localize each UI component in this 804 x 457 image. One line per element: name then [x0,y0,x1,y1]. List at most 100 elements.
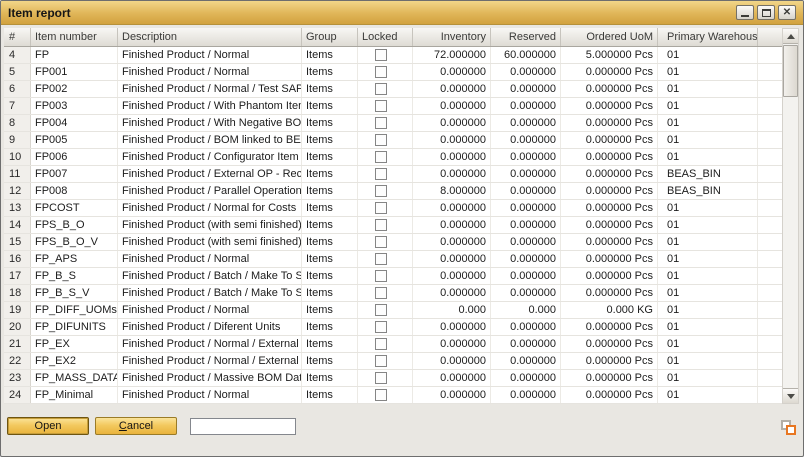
scroll-down-button[interactable] [783,388,798,403]
cell-description[interactable]: Finished Product / External OP - Receipt [118,166,302,182]
table-row[interactable]: 22 FP_EX2 Finished Product / Normal / Ex… [4,353,782,370]
cell-warehouse[interactable]: 01 [658,98,758,114]
cell-row-number[interactable]: 12 [4,183,31,199]
table-row[interactable]: 21 FP_EX Finished Product / Normal / Ext… [4,336,782,353]
cell-description[interactable]: Finished Product / Diferent Units [118,319,302,335]
cell-ordered-uom[interactable]: 0.000000 Pcs [561,234,658,250]
cell-ordered-uom[interactable]: 0.000 KG [561,302,658,318]
cell-item-number[interactable]: FP_Minimal [31,387,118,403]
cell-group[interactable]: Items [302,183,358,199]
cell-description[interactable]: Finished Product / Normal for Costs [118,200,302,216]
col-header-item-number[interactable]: Item number [31,28,118,46]
locked-checkbox[interactable] [375,219,387,231]
cell-group[interactable]: Items [302,166,358,182]
cell-group[interactable]: Items [302,387,358,403]
cell-ordered-uom[interactable]: 0.000000 Pcs [561,251,658,267]
cell-reserved[interactable]: 0.000000 [491,98,561,114]
cell-group[interactable]: Items [302,370,358,386]
cell-item-number[interactable]: FP002 [31,81,118,97]
cell-ordered-uom[interactable]: 0.000000 Pcs [561,353,658,369]
cell-ordered-uom[interactable]: 0.000000 Pcs [561,387,658,403]
scroll-track[interactable] [783,45,798,387]
open-button[interactable]: Open [7,417,89,435]
cell-group[interactable]: Items [302,98,358,114]
table-row[interactable]: 10 FP006 Finished Product / Configurator… [4,149,782,166]
cell-row-number[interactable]: 21 [4,336,31,352]
cell-row-number[interactable]: 22 [4,353,31,369]
locked-checkbox[interactable] [375,304,387,316]
cell-row-number[interactable]: 23 [4,370,31,386]
cell-item-number[interactable]: FP [31,47,118,63]
cell-warehouse[interactable]: 01 [658,370,758,386]
cell-reserved[interactable]: 0.000000 [491,268,561,284]
locked-checkbox[interactable] [375,134,387,146]
cell-warehouse[interactable]: 01 [658,115,758,131]
table-row[interactable]: 13 FPCOST Finished Product / Normal for … [4,200,782,217]
cell-item-number[interactable]: FPS_B_O_V [31,234,118,250]
locked-checkbox[interactable] [375,270,387,282]
cell-inventory[interactable]: 72.000000 [413,47,491,63]
col-header-description[interactable]: Description [118,28,302,46]
cell-group[interactable]: Items [302,251,358,267]
cell-description[interactable]: Finished Product / Batch / Make To Stock [118,285,302,301]
cell-reserved[interactable]: 0.000000 [491,183,561,199]
cell-ordered-uom[interactable]: 0.000000 Pcs [561,200,658,216]
cell-ordered-uom[interactable]: 0.000000 Pcs [561,81,658,97]
cell-description[interactable]: Finished Product (with semi finished) / [118,217,302,233]
cell-warehouse[interactable]: 01 [658,132,758,148]
locked-checkbox[interactable] [375,287,387,299]
cell-inventory[interactable]: 0.000000 [413,166,491,182]
table-row[interactable]: 18 FP_B_S_V Finished Product / Batch / M… [4,285,782,302]
cell-row-number[interactable]: 14 [4,217,31,233]
cell-row-number[interactable]: 4 [4,47,31,63]
cell-row-number[interactable]: 7 [4,98,31,114]
cell-row-number[interactable]: 17 [4,268,31,284]
cell-ordered-uom[interactable]: 0.000000 Pcs [561,268,658,284]
cell-ordered-uom[interactable]: 0.000000 Pcs [561,166,658,182]
cell-warehouse[interactable]: 01 [658,149,758,165]
table-row[interactable]: 8 FP004 Finished Product / With Negative… [4,115,782,132]
cell-warehouse[interactable]: 01 [658,81,758,97]
titlebar[interactable]: Item report ✕ [1,1,803,25]
cell-reserved[interactable]: 60.000000 [491,47,561,63]
cell-ordered-uom[interactable]: 0.000000 Pcs [561,115,658,131]
cell-warehouse[interactable]: 01 [658,336,758,352]
cell-item-number[interactable]: FP_DIFUNITS [31,319,118,335]
cell-ordered-uom[interactable]: 0.000000 Pcs [561,132,658,148]
table-row[interactable]: 23 FP_MASS_DATA Finished Product / Massi… [4,370,782,387]
cell-warehouse[interactable]: 01 [658,64,758,80]
cell-item-number[interactable]: FP_MASS_DATA [31,370,118,386]
cell-inventory[interactable]: 0.000000 [413,370,491,386]
cell-item-number[interactable]: FP005 [31,132,118,148]
cell-inventory[interactable]: 0.000000 [413,336,491,352]
cell-group[interactable]: Items [302,268,358,284]
locked-checkbox[interactable] [375,202,387,214]
cell-row-number[interactable]: 10 [4,149,31,165]
col-header-primary-warehouse[interactable]: Primary Warehouse [658,28,758,46]
locked-checkbox[interactable] [375,236,387,248]
cell-inventory[interactable]: 0.000000 [413,251,491,267]
cell-ordered-uom[interactable]: 0.000000 Pcs [561,319,658,335]
locked-checkbox[interactable] [375,338,387,350]
cell-warehouse[interactable]: 01 [658,217,758,233]
cell-group[interactable]: Items [302,234,358,250]
cell-inventory[interactable]: 0.000000 [413,217,491,233]
table-row[interactable]: 14 FPS_B_O Finished Product (with semi f… [4,217,782,234]
cell-item-number[interactable]: FPCOST [31,200,118,216]
table-row[interactable]: 6 FP002 Finished Product / Normal / Test… [4,81,782,98]
cell-description[interactable]: Finished Product / Normal / Test SAP B1 [118,81,302,97]
cell-item-number[interactable]: FP_EX [31,336,118,352]
cell-inventory[interactable]: 0.000000 [413,234,491,250]
table-row[interactable]: 16 FP_APS Finished Product / Normal Item… [4,251,782,268]
table-row[interactable]: 7 FP003 Finished Product / With Phantom … [4,98,782,115]
cell-group[interactable]: Items [302,319,358,335]
cell-warehouse[interactable]: 01 [658,234,758,250]
col-header-locked[interactable]: Locked [358,28,413,46]
cell-row-number[interactable]: 6 [4,81,31,97]
cell-ordered-uom[interactable]: 0.000000 Pcs [561,217,658,233]
cell-group[interactable]: Items [302,302,358,318]
cell-group[interactable]: Items [302,217,358,233]
cell-reserved[interactable]: 0.000000 [491,319,561,335]
cell-description[interactable]: Finished Product (with semi finished) / [118,234,302,250]
cell-row-number[interactable]: 24 [4,387,31,403]
